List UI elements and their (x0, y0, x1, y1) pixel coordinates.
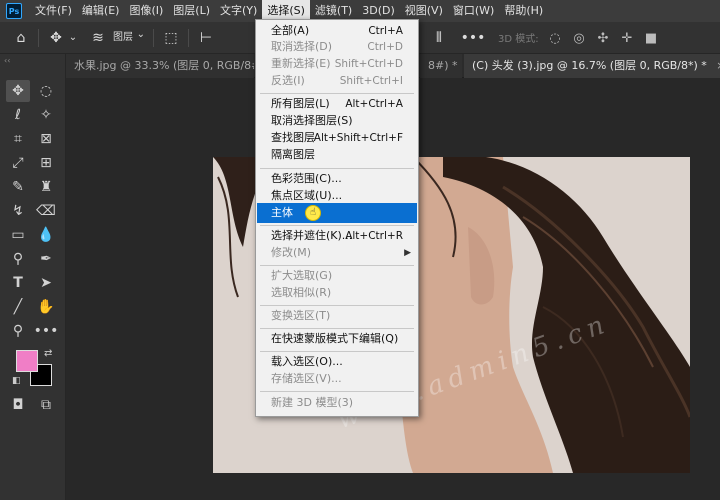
menu-item-label: 修改(M) (271, 246, 312, 259)
menu-item-label: 新建 3D 模型(3) (271, 396, 354, 409)
history-brush-icon[interactable]: ↯ (6, 200, 30, 222)
submenu-arrow-icon: ▶ (404, 248, 411, 258)
menu-item-transform-selection[interactable]: 变换选区(T) (257, 306, 417, 326)
auto-select-icon[interactable]: ≋ (87, 27, 109, 49)
menu-item-label: 存储选区(V)... (271, 372, 342, 385)
menu-item-isolate-layers[interactable]: 隔离图层 (257, 145, 417, 165)
tab-label: (C) 头发 (3).jpg @ 16.7% (图层 0, RGB/8*) * (472, 59, 707, 72)
menu-item-shortcut: Shift+Ctrl+I (339, 75, 403, 87)
3d-mode-icons: ◌ ◎ ✣ ✛ ■ (545, 28, 661, 48)
select-menu-dropdown: 全部(A) Ctrl+A 取消选择(D) Ctrl+D 重新选择(E) Shift+C… (255, 19, 419, 417)
menu-item-new-3d-model[interactable]: 新建 3D 模型(3) (257, 393, 417, 413)
menu-item-quick-mask[interactable]: 在快速蒙版模式下编辑(Q) (257, 329, 417, 349)
menu-separator (260, 391, 414, 392)
swap-colors-icon[interactable]: ⇄ (44, 348, 52, 359)
layer-select-dropdown[interactable]: 图层 (109, 26, 147, 47)
tab-hair[interactable]: (C) 头发 (3).jpg @ 16.7% (图层 0, RGB/8*) * … (464, 54, 720, 78)
separator (153, 28, 154, 47)
menu-window[interactable]: 窗口(W) (448, 0, 499, 22)
ellipse-marquee-icon[interactable]: ◌ (34, 80, 58, 102)
pan-3d-icon[interactable]: ✣ (593, 28, 613, 48)
menu-item-label: 色彩范围(C)... (271, 172, 342, 185)
type-tool-icon[interactable]: T (6, 272, 30, 294)
transform-controls-icon[interactable]: ⬚ (160, 27, 182, 49)
menu-image[interactable]: 图像(I) (124, 0, 168, 22)
quick-mask-icon[interactable]: ◘ (6, 394, 30, 416)
hand-icon[interactable]: ✋ (34, 296, 58, 318)
menu-item-label: 主体 (271, 206, 293, 219)
more-tools-icon[interactable]: ••• (34, 320, 59, 342)
move-tool-icon[interactable]: ✥ (45, 27, 67, 49)
brush-icon[interactable]: ✎ (6, 176, 30, 198)
separator (188, 28, 189, 47)
gradient-icon[interactable]: ▭ (6, 224, 30, 246)
menu-item-label: 全部(A) (271, 24, 310, 37)
menu-item-label: 载入选区(O)... (271, 355, 343, 368)
tab-fruit[interactable]: 水果.jpg @ 33.3% (图层 0, RGB/8#) * (66, 54, 254, 78)
menu-item-label: 扩大选取(G) (271, 269, 333, 282)
orbit-icon[interactable]: ◌ (545, 28, 565, 48)
tab-hidden[interactable]: 8#) * (420, 54, 462, 78)
menu-file[interactable]: 文件(F) (30, 0, 77, 22)
healing-brush-icon[interactable]: ⊞ (34, 152, 58, 174)
home-icon[interactable]: ⌂ (10, 27, 32, 49)
menu-item-label: 取消选择(D) (271, 40, 333, 53)
tab-label: 8#) * (428, 59, 458, 72)
menu-item-label: 隔离图层 (271, 148, 315, 161)
menu-item-inverse[interactable]: 反选(I) Shift+Ctrl+I (257, 71, 417, 91)
roll-icon[interactable]: ◎ (569, 28, 589, 48)
clone-stamp-icon[interactable]: ♜ (34, 176, 58, 198)
menu-item-label: 反选(I) (271, 74, 305, 87)
tool-panel: ‹‹ ✥ ◌ ℓ ✧ ⌗ ⊠ ⤢ ⊞ ✎ ♜ ↯ ⌫ ▭ 💧 ⚲ ✒ T ➤ ╱… (0, 54, 66, 500)
menu-item-label: 查找图层 (271, 131, 315, 144)
move-tool-icon[interactable]: ✥ (6, 80, 30, 102)
foreground-color-swatch[interactable] (16, 350, 38, 372)
dodge-icon[interactable]: ⚲ (6, 248, 30, 270)
distribute-icon[interactable]: ⫴ (428, 27, 450, 49)
menu-item-label: 在快速蒙版模式下编辑(Q) (271, 332, 399, 345)
path-selection-icon[interactable]: ➤ (34, 272, 58, 294)
menu-item-label: 所有图层(L) (271, 97, 330, 110)
blur-icon[interactable]: 💧 (34, 224, 58, 246)
photoshop-logo: Ps (6, 3, 22, 19)
tab-label: 水果.jpg @ 33.3% (图层 0, RGB/8#) * (74, 59, 254, 72)
menu-item-label: 焦点区域(U)... (271, 189, 343, 202)
align-left-icon[interactable]: ⊢ (195, 27, 217, 49)
menu-item-label: 取消选择图层(S) (271, 114, 353, 127)
default-colors-icon[interactable]: ◧ (12, 376, 21, 386)
lasso-icon[interactable]: ℓ (6, 104, 30, 126)
menu-item-similar[interactable]: 选取相似(R) (257, 283, 417, 303)
menu-item-label: 重新选择(E) (271, 57, 331, 70)
chevron-down-icon[interactable]: ⌄ (67, 27, 79, 49)
camera-icon[interactable]: ■ (641, 28, 661, 48)
3d-mode-label: 3D 模式: (498, 34, 539, 45)
eyedropper-icon[interactable]: ⤢ (6, 152, 30, 174)
menu-item-subject[interactable]: 主体 ☝ (257, 203, 417, 223)
magic-wand-icon[interactable]: ✧ (34, 104, 58, 126)
separator (38, 28, 39, 47)
frame-icon[interactable]: ⊠ (34, 128, 58, 150)
menu-layer[interactable]: 图层(L) (168, 0, 215, 22)
menu-help[interactable]: 帮助(H) (499, 0, 548, 22)
menu-item-modify[interactable]: 修改(M) ▶ (257, 243, 417, 263)
menu-item-save-selection[interactable]: 存储选区(V)... (257, 369, 417, 389)
close-icon[interactable]: × (716, 59, 720, 72)
screen-mode-icon[interactable]: ⧉ (34, 394, 58, 416)
crop-icon[interactable]: ⌗ (6, 128, 30, 150)
menu-item-label: 选择并遮住(K)... (271, 229, 353, 242)
line-tool-icon[interactable]: ╱ (6, 296, 30, 318)
menu-item-label: 选取相似(R) (271, 286, 332, 299)
pen-icon[interactable]: ✒ (34, 248, 58, 270)
more-options-icon[interactable]: ••• (461, 27, 486, 49)
menu-edit[interactable]: 编辑(E) (77, 0, 125, 22)
eraser-icon[interactable]: ⌫ (34, 200, 58, 222)
menu-item-label: 变换选区(T) (271, 309, 331, 322)
mouse-cursor-icon: ☝ (305, 205, 321, 221)
zoom-icon[interactable]: ⚲ (6, 320, 30, 342)
panel-collapse-icon[interactable]: ‹‹ (4, 56, 10, 65)
slide-3d-icon[interactable]: ✛ (617, 28, 637, 48)
